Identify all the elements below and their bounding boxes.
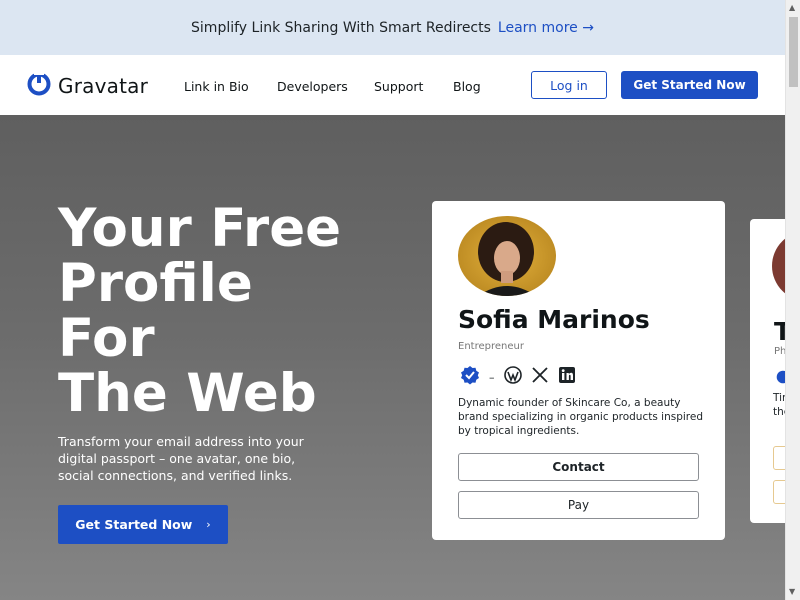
nav-link-link-in-bio[interactable]: Link in Bio xyxy=(184,79,249,94)
profile-bio: Dynamic founder of Skincare Co, a beauty… xyxy=(458,397,703,437)
hero-section: Your Free Profile For The Web Transform … xyxy=(0,115,785,600)
profile-role-partial: Ph xyxy=(774,346,785,357)
verified-badge-icon xyxy=(776,369,785,388)
profile-card-partial: T Ph Tir the xyxy=(750,219,785,523)
bio-line: the xyxy=(773,406,785,418)
scroll-up-arrow-icon[interactable]: ▲ xyxy=(789,3,795,12)
logo-text: Gravatar xyxy=(58,74,148,98)
hero-title-line: Profile xyxy=(58,253,253,314)
hero-cta-label: Get Started Now xyxy=(75,517,193,532)
hero-title-line: For xyxy=(58,308,155,369)
separator-dash: – xyxy=(489,370,495,384)
avatar xyxy=(772,231,785,301)
scrollbar-thumb[interactable] xyxy=(789,17,798,87)
hero-title-line: The Web xyxy=(58,363,317,424)
verified-accounts: – xyxy=(460,365,585,389)
nav-link-support[interactable]: Support xyxy=(374,79,423,94)
banner-text: Simplify Link Sharing With Smart Redirec… xyxy=(191,19,491,36)
verified-badge-icon xyxy=(460,365,480,389)
profile-name: Sofia Marinos xyxy=(458,305,650,334)
vertical-scrollbar[interactable]: ▲ ▼ xyxy=(785,0,800,600)
profile-bio-partial: Tir the xyxy=(773,391,785,419)
hero-title-line: Your Free xyxy=(58,198,342,259)
hero-title: Your Free Profile For The Web xyxy=(58,201,418,421)
profile-card: Sofia Marinos Entrepreneur – Dynamic fou… xyxy=(432,201,725,540)
scroll-down-arrow-icon[interactable]: ▼ xyxy=(789,587,795,596)
contact-button[interactable]: Contact xyxy=(458,453,699,481)
top-navigation: Gravatar Link in Bio Developers Support … xyxy=(0,55,785,115)
nav-link-blog[interactable]: Blog xyxy=(453,79,481,94)
gravatar-logo[interactable]: Gravatar xyxy=(27,72,148,100)
pay-button[interactable]: Pay xyxy=(458,491,699,519)
gravatar-logo-icon xyxy=(27,72,51,100)
nav-link-developers[interactable]: Developers xyxy=(277,79,348,94)
wordpress-icon[interactable] xyxy=(503,366,522,388)
hero-get-started-button[interactable]: Get Started Now › xyxy=(58,505,228,544)
learn-more-link[interactable]: Learn more → xyxy=(498,20,594,36)
profile-role: Entrepreneur xyxy=(458,341,524,352)
get-started-button[interactable]: Get Started Now xyxy=(621,71,758,99)
x-icon[interactable] xyxy=(531,366,549,388)
avatar xyxy=(458,216,556,296)
hero-description: Transform your email address into your d… xyxy=(58,434,304,483)
pay-button-partial[interactable] xyxy=(773,480,785,504)
chevron-right-icon: › xyxy=(206,518,211,531)
login-button[interactable]: Log in xyxy=(531,71,607,99)
linkedin-icon[interactable] xyxy=(558,366,576,388)
bio-line: Tir xyxy=(773,392,785,404)
profile-name-partial: T xyxy=(774,317,785,346)
contact-button-partial[interactable] xyxy=(773,446,785,470)
announcement-banner: Simplify Link Sharing With Smart Redirec… xyxy=(0,0,785,55)
